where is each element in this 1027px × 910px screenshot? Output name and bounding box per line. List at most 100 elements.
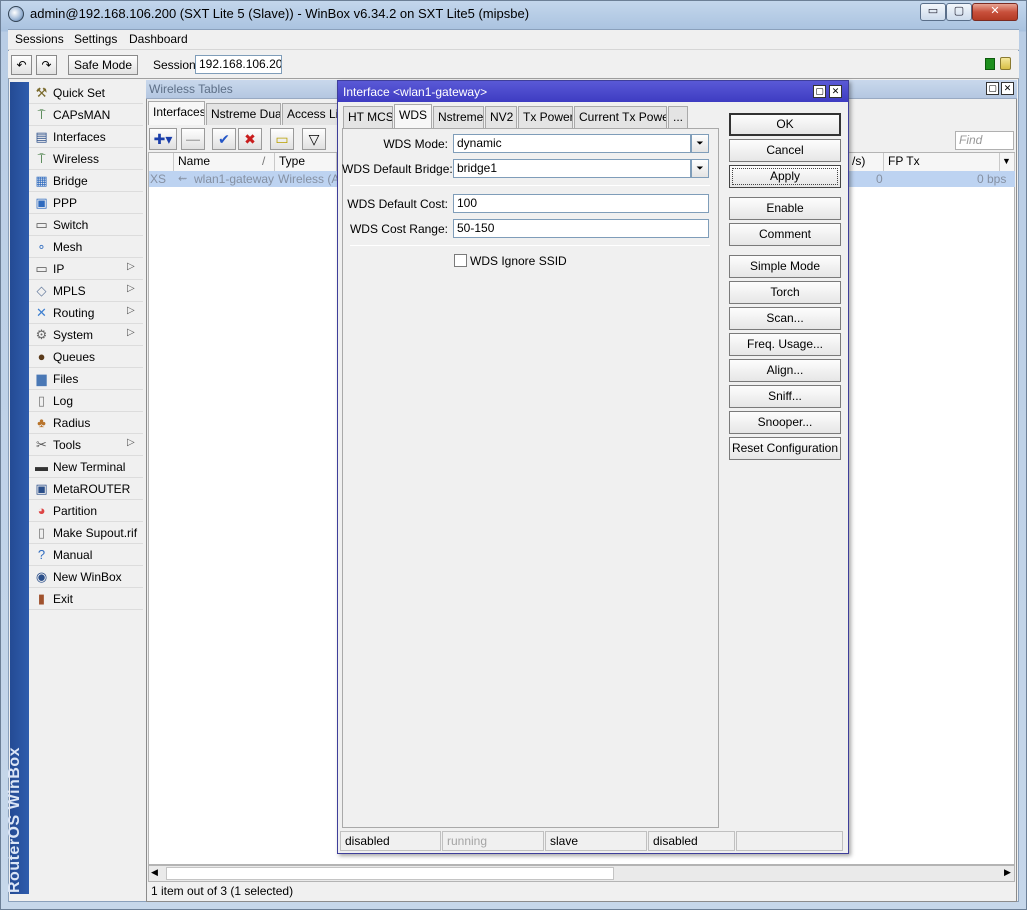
maximize-button[interactable]: ▢ [946,3,972,21]
chevron-down-icon[interactable]: ⏷ [691,134,709,153]
sidebar-item-interfaces[interactable]: ▤ Interfaces [29,126,143,148]
column-type[interactable]: Type [275,153,337,171]
column-menu-icon[interactable]: ▼ [1000,153,1015,171]
wds-mode-select[interactable]: dynamic [453,134,691,153]
status-enabled: disabled [340,831,441,851]
sidebar-item-ppp[interactable]: ▣ PPP [29,192,143,214]
sidebar-item-capsman[interactable]: ⍑ CAPsMAN [29,104,143,126]
status-disabled: disabled [648,831,735,851]
dialog-restore-icon[interactable]: ▢ [813,85,826,98]
undo-icon[interactable]: ↶ [11,55,32,75]
sidebar-item-make-supout-rif[interactable]: ▯ Make Supout.rif [29,522,143,544]
sidebar-item-manual[interactable]: ? Manual [29,544,143,566]
sidebar-item-queues[interactable]: ● Queues [29,346,143,368]
dialog-title: Interface <wlan1-gateway> [343,85,488,99]
scroll-left-icon[interactable]: ◀ [151,867,158,878]
tab-wds[interactable]: WDS [394,104,432,128]
redo-icon[interactable]: ↷ [36,55,57,75]
sidebar-item-partition[interactable]: ◕ Partition [29,500,143,522]
tab-interfaces[interactable]: Interfaces [148,101,205,125]
column-fp-tx[interactable]: FP Tx [884,153,1000,171]
tab-ht-mcs[interactable]: HT MCS [343,106,393,128]
sidebar-item-mpls[interactable]: ◇ MPLS ▷ [29,280,143,302]
column-rx[interactable]: /s) [848,153,884,171]
tab-access-list[interactable]: Access Lis [282,103,338,125]
freq-usage-button[interactable]: Freq. Usage... [729,333,841,356]
brand-label: RouterOS WinBox [6,746,23,893]
minimize-button[interactable]: ▭ [920,3,946,21]
scroll-right-icon[interactable]: ▶ [1004,867,1011,878]
sidebar-item-label: Partition [53,504,98,518]
cancel-button[interactable]: Cancel [729,139,841,162]
apply-button[interactable]: Apply [729,165,841,188]
wds-cost-range-field[interactable]: 50-150 [453,219,709,238]
sidebar-item-ip[interactable]: ▭ IP ▷ [29,258,143,280]
enable-button[interactable]: Enable [729,197,841,220]
sidebar-item-label: Files [53,372,79,386]
session-field[interactable]: 192.168.106.200 [195,55,282,74]
column-name[interactable]: Name / [174,153,275,171]
sidebar-item-bridge[interactable]: ▦ Bridge [29,170,143,192]
sidebar-item-mesh[interactable]: ∘ Mesh [29,236,143,258]
close-window-button[interactable]: ✕ [972,3,1018,21]
wds-default-cost-field[interactable]: 100 [453,194,709,213]
safe-mode-button[interactable]: Safe Mode [68,55,138,75]
sidebar-item-label: Mesh [53,240,83,254]
wds-mode-label: WDS Mode: [383,137,448,151]
close-icon[interactable]: ✕ [1001,82,1014,95]
chevron-down-icon[interactable]: ⏷ [691,159,709,178]
dialog-close-icon[interactable]: ✕ [829,85,842,98]
tab-nstreme-dual[interactable]: Nstreme Dual [206,103,281,125]
enable-icon[interactable]: ✔ [212,128,236,150]
snooper-button[interactable]: Snooper... [729,411,841,434]
submenu-arrow-icon: ▷ [127,261,135,272]
sidebar-item-switch[interactable]: ▭ Switch [29,214,143,236]
sidebar-item-exit[interactable]: ▮ Exit [29,588,143,610]
scan-button[interactable]: Scan... [729,307,841,330]
tab-more[interactable]: ... [668,106,688,128]
wireless-tables-title: Wireless Tables [149,82,233,96]
sidebar-item-log[interactable]: ▯ Log [29,390,143,412]
menu-sessions[interactable]: Sessions [15,32,64,46]
sidebar-item-system[interactable]: ⚙ System ▷ [29,324,143,346]
dialog-title-bar[interactable]: Interface <wlan1-gateway> ▢ ✕ [338,81,848,102]
find-input[interactable]: Find [955,131,1014,150]
tab-nv2[interactable]: NV2 [485,106,517,128]
sidebar-item-quick-set[interactable]: ⚒ Quick Set [29,82,143,104]
sidebar-item-new-terminal[interactable]: ▬ New Terminal [29,456,143,478]
torch-button[interactable]: Torch [729,281,841,304]
sniff-button[interactable]: Sniff... [729,385,841,408]
metarouter-icon: ▣ [35,481,48,496]
tab-nstreme[interactable]: Nstreme [433,106,484,128]
sidebar-item-new-winbox[interactable]: ◉ New WinBox [29,566,143,588]
sidebar-item-files[interactable]: ▆ Files [29,368,143,390]
filter-icon[interactable]: ▽ [302,128,326,150]
sort-icon: / [262,154,266,168]
remove-icon[interactable]: — [181,128,205,150]
wds-ignore-ssid-checkbox[interactable] [454,254,467,267]
menu-settings[interactable]: Settings [74,32,117,46]
scrollbar-thumb[interactable] [166,867,614,880]
sidebar-item-metarouter[interactable]: ▣ MetaROUTER [29,478,143,500]
disable-icon[interactable]: ✖ [238,128,262,150]
row-flags: XS [150,172,167,186]
comment-button[interactable]: Comment [729,223,841,246]
align-button[interactable]: Align... [729,359,841,382]
sidebar-item-wireless[interactable]: ⍑ Wireless [29,148,143,170]
sidebar-item-routing[interactable]: ✕ Routing ▷ [29,302,143,324]
menu-dashboard[interactable]: Dashboard [129,32,188,46]
simple-mode-button[interactable]: Simple Mode [729,255,841,278]
winbox-app-icon [8,6,24,22]
connection-status-icon [985,58,995,70]
ok-button[interactable]: OK [729,113,841,136]
tab-current-tx-power[interactable]: Current Tx Power [574,106,667,128]
reset-configuration-button[interactable]: Reset Configuration [729,437,841,460]
comment-icon[interactable]: ▭ [270,128,294,150]
title-bar[interactable]: admin@192.168.106.200 (SXT Lite 5 (Slave… [0,0,1027,29]
restore-icon[interactable]: ▢ [986,82,999,95]
tab-tx-power[interactable]: Tx Power [518,106,573,128]
wds-default-bridge-select[interactable]: bridge1 [453,159,691,178]
sidebar-item-tools[interactable]: ✂ Tools ▷ [29,434,143,456]
sidebar-item-radius[interactable]: ♣ Radius [29,412,143,434]
add-icon[interactable]: ✚▾ [149,128,177,150]
